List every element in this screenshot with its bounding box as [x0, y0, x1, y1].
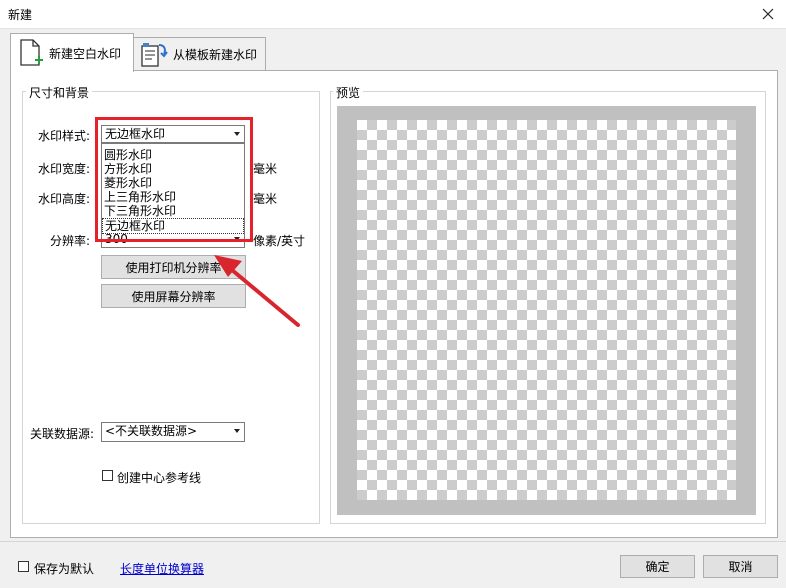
new-blank-document-icon: [20, 39, 43, 66]
preview-frame: [337, 106, 756, 515]
preview-canvas: [357, 120, 736, 500]
center-guide-label: 创建中心参考线: [117, 471, 202, 485]
save-default-label: 保存为默认: [34, 562, 95, 576]
width-unit: 毫米: [253, 162, 278, 176]
window-title: 新建: [8, 8, 33, 22]
datasource-label: 关联数据源:: [30, 427, 95, 441]
footer-separator: [0, 541, 786, 542]
style-label: 水印样式:: [38, 129, 91, 143]
close-icon: [762, 8, 774, 20]
resolution-label: 分辨率:: [50, 234, 91, 248]
tab-new-blank[interactable]: 新建空白水印: [10, 33, 134, 72]
annotation-arrow: [214, 255, 300, 327]
tab-from-template[interactable]: 从模板新建水印: [132, 37, 266, 71]
ok-button[interactable]: 确定: [620, 555, 695, 578]
size-background-group-title: 尺寸和背景: [26, 84, 93, 101]
preview-group-title: 预览: [333, 84, 364, 101]
tab-new-blank-label: 新建空白水印: [49, 46, 122, 61]
datasource-combo-value: <不关联数据源>: [105, 424, 198, 438]
width-label: 水印宽度:: [38, 162, 91, 176]
chevron-down-icon: [234, 429, 240, 433]
unit-converter-link[interactable]: 长度单位换算器: [120, 560, 204, 577]
datasource-combo[interactable]: <不关联数据源>: [101, 422, 245, 442]
template-document-icon: [141, 42, 168, 67]
highlight-box: [95, 117, 253, 242]
tab-from-template-label: 从模板新建水印: [173, 48, 258, 62]
cancel-button[interactable]: 取消: [703, 555, 778, 578]
close-button[interactable]: [750, 0, 786, 28]
title-bar: 新建: [0, 0, 786, 29]
center-guide-checkbox[interactable]: [102, 470, 113, 481]
save-default-checkbox[interactable]: [18, 561, 29, 572]
height-unit: 毫米: [253, 192, 278, 206]
height-label: 水印高度:: [38, 192, 91, 206]
